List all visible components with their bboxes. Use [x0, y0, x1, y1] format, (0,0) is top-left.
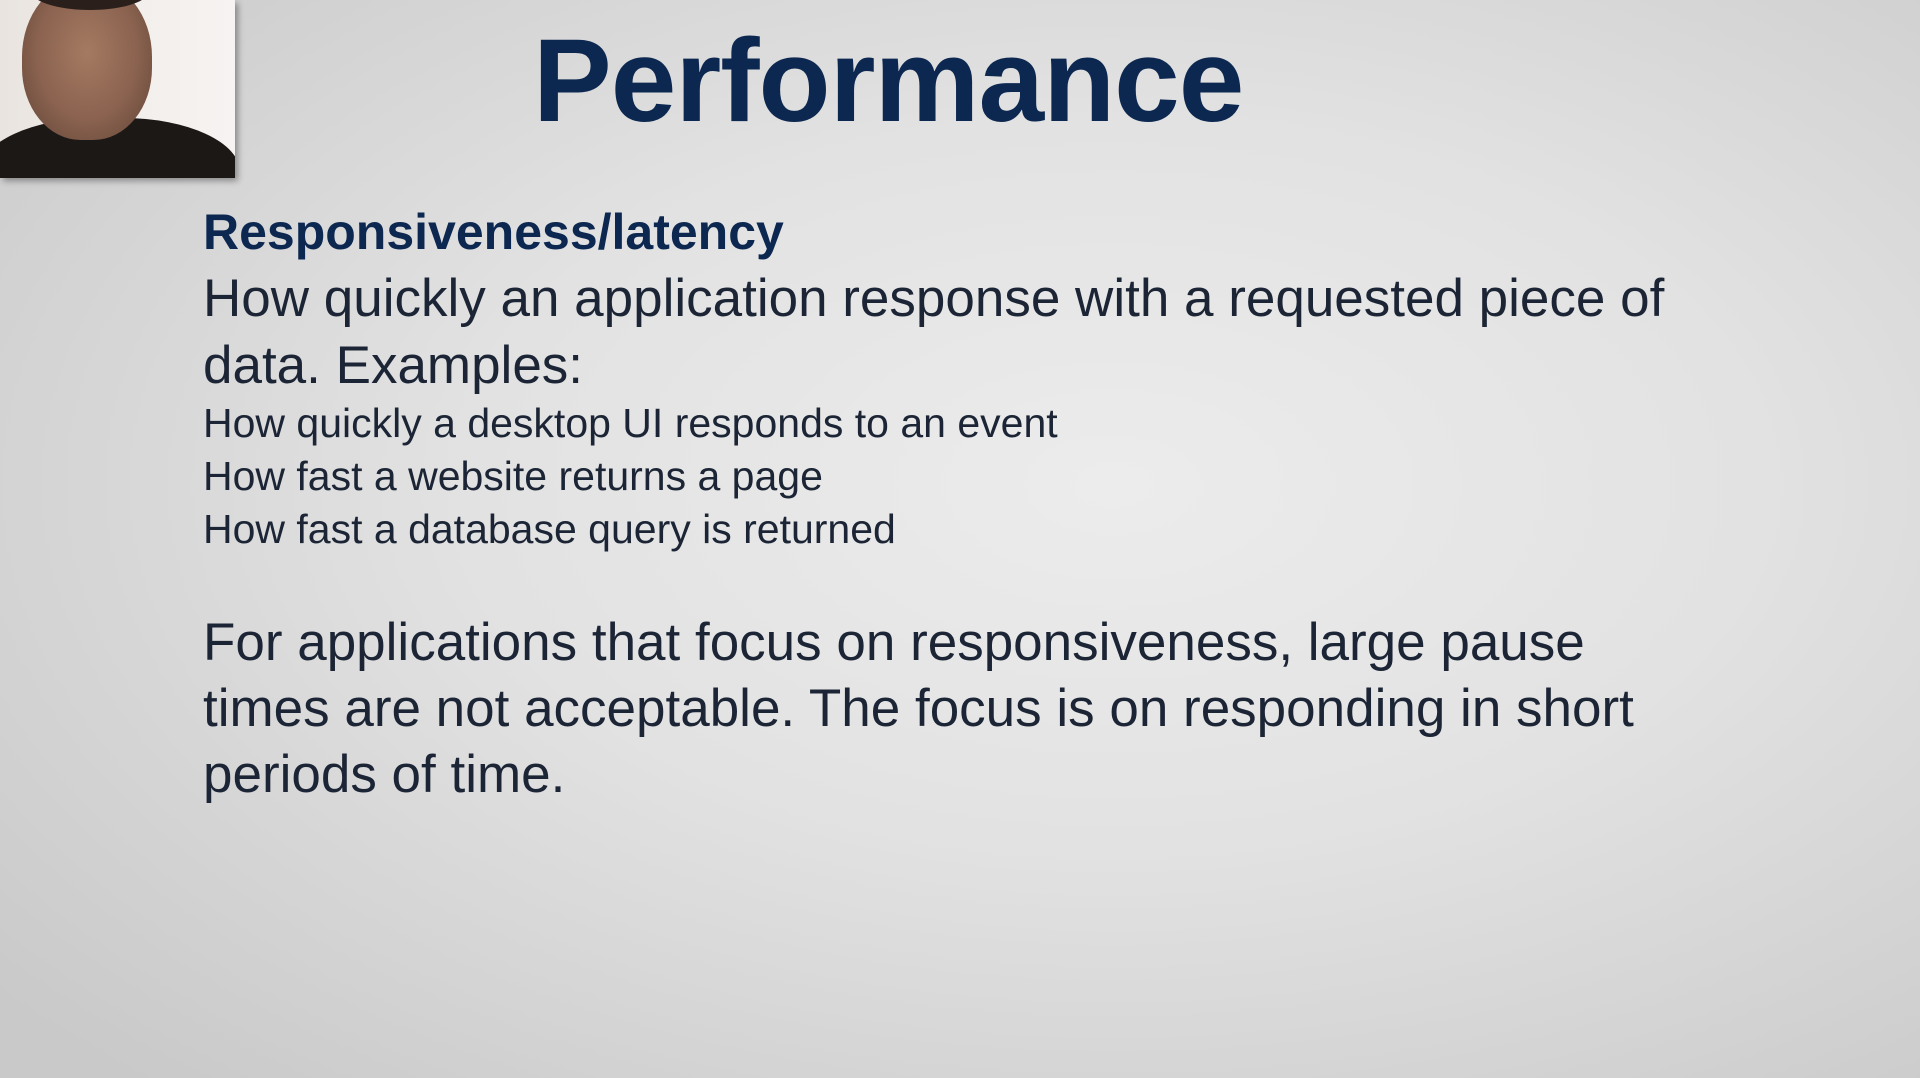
section-heading: Responsiveness/latency — [203, 204, 784, 260]
presenter-face — [22, 0, 152, 140]
conclusion-line: For applications that focus on responsiv… — [203, 613, 1585, 672]
conclusion-line: times are not acceptable. The focus is o… — [203, 679, 1634, 738]
examples-list: How quickly a desktop UI responds to an … — [203, 397, 1058, 556]
definition-line: data. Examples: — [203, 336, 584, 395]
example-item: How fast a website returns a page — [203, 453, 823, 499]
definition-text: How quickly an application response with… — [203, 265, 1664, 399]
slide-title: Performance — [533, 15, 1244, 147]
example-item: How quickly a desktop UI responds to an … — [203, 400, 1058, 446]
presenter-webcam-overlay — [0, 0, 235, 178]
conclusion-text: For applications that focus on responsiv… — [203, 610, 1634, 808]
definition-line: How quickly an application response with… — [203, 269, 1665, 328]
conclusion-line: periods of time. — [203, 745, 566, 804]
example-item: How fast a database query is returned — [203, 506, 896, 552]
